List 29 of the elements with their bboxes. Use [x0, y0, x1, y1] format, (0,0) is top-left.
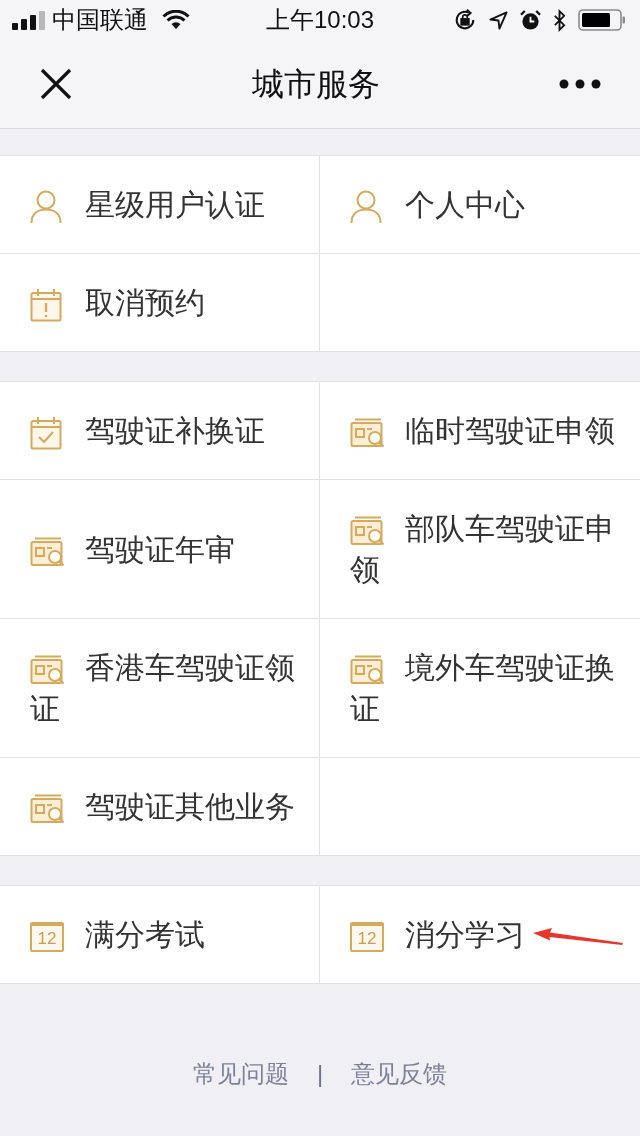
service-item[interactable]: 驾驶证年审	[0, 480, 320, 619]
page-title: 城市服务	[252, 68, 380, 100]
calendar-date-icon: 12	[350, 922, 384, 953]
service-item[interactable]: 星级用户认证	[0, 156, 320, 254]
location-arrow-icon	[489, 10, 508, 30]
footer-separator: |	[316, 1059, 324, 1089]
person-icon	[350, 190, 382, 225]
close-icon	[40, 68, 72, 100]
card-magnifier-icon	[30, 794, 65, 825]
card-magnifier-icon	[350, 655, 385, 686]
card-magnifier-icon	[30, 655, 65, 686]
person-icon	[30, 190, 62, 225]
carrier-name: 中国联通	[52, 8, 148, 32]
calendar-date-icon: 12	[30, 922, 64, 953]
more-icon	[559, 79, 601, 89]
wifi-icon	[162, 10, 190, 30]
card-magnifier-icon	[350, 418, 385, 449]
calendar-check-icon	[30, 416, 62, 451]
signal-bars-icon	[12, 10, 45, 30]
status-time: 上午10:03	[265, 8, 375, 32]
service-item[interactable]: 驾驶证补换证	[0, 382, 320, 480]
alarm-clock-icon	[520, 9, 541, 31]
service-item[interactable]: 香港车驾驶证领证	[0, 619, 320, 758]
card-magnifier-icon	[350, 516, 385, 547]
orientation-lock-icon	[453, 8, 477, 32]
card-magnifier-icon	[30, 536, 65, 567]
calendar-alert-icon	[30, 288, 62, 323]
battery-icon	[578, 9, 626, 31]
bluetooth-icon	[553, 8, 566, 32]
